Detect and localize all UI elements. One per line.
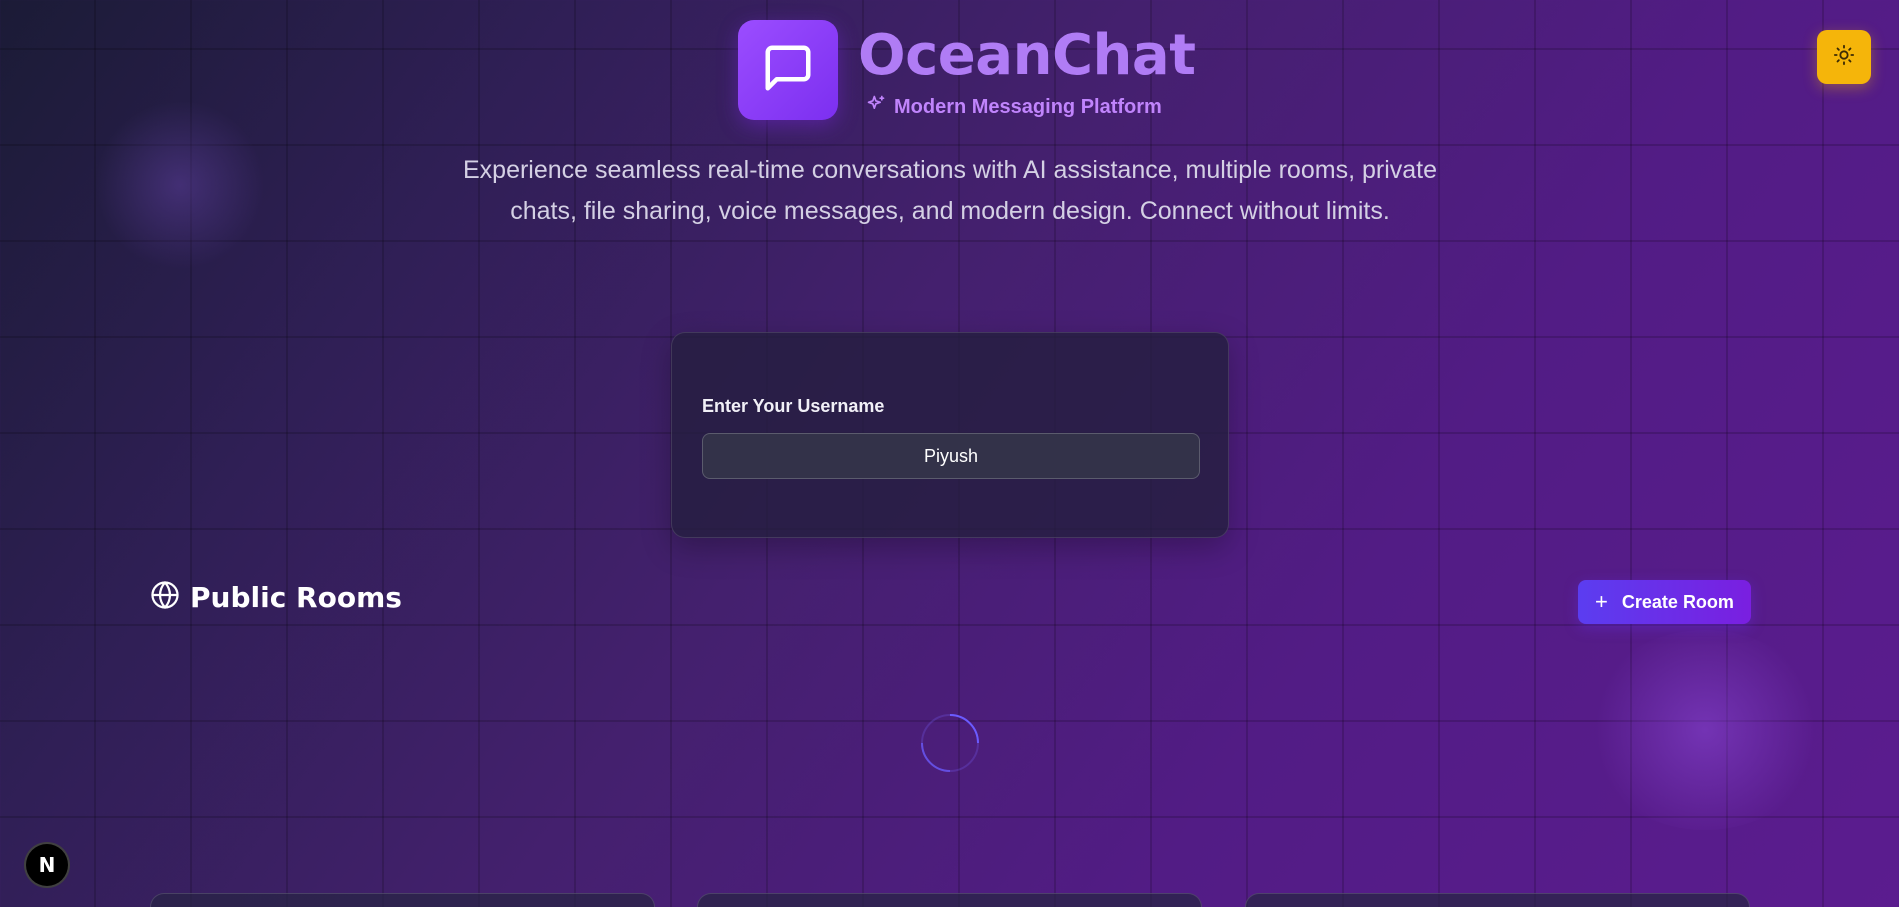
username-label: Enter Your Username	[702, 396, 885, 416]
app-title: OceanChat	[858, 23, 1196, 88]
tagline: Experience seamless real-time conversati…	[462, 156, 1437, 225]
username-card: Enter Your Username	[671, 332, 1229, 538]
sun-icon	[1833, 44, 1855, 71]
background-glow-left	[95, 100, 265, 270]
room-card[interactable]	[697, 893, 1202, 907]
app-logo	[738, 20, 838, 120]
public-rooms-header: Public Rooms	[150, 580, 402, 615]
loading-spinner	[920, 713, 980, 773]
sparkles-icon	[866, 94, 886, 120]
public-rooms-title: Public Rooms	[190, 581, 402, 614]
create-room-button[interactable]: + Create Room	[1578, 580, 1751, 624]
plus-icon: +	[1595, 589, 1608, 614]
app-subtitle: Modern Messaging Platform	[866, 94, 1162, 120]
username-input[interactable]	[702, 433, 1200, 479]
theme-toggle-button[interactable]	[1817, 30, 1871, 84]
room-card[interactable]	[1245, 893, 1750, 907]
background-glow-right	[1585, 630, 1825, 830]
subtitle-text: Modern Messaging Platform	[894, 96, 1162, 118]
message-square-icon	[761, 41, 815, 100]
create-room-label: Create Room	[1621, 591, 1734, 612]
room-card[interactable]	[150, 893, 655, 907]
globe-icon	[150, 580, 180, 615]
dev-tools-badge[interactable]: N	[24, 842, 70, 888]
